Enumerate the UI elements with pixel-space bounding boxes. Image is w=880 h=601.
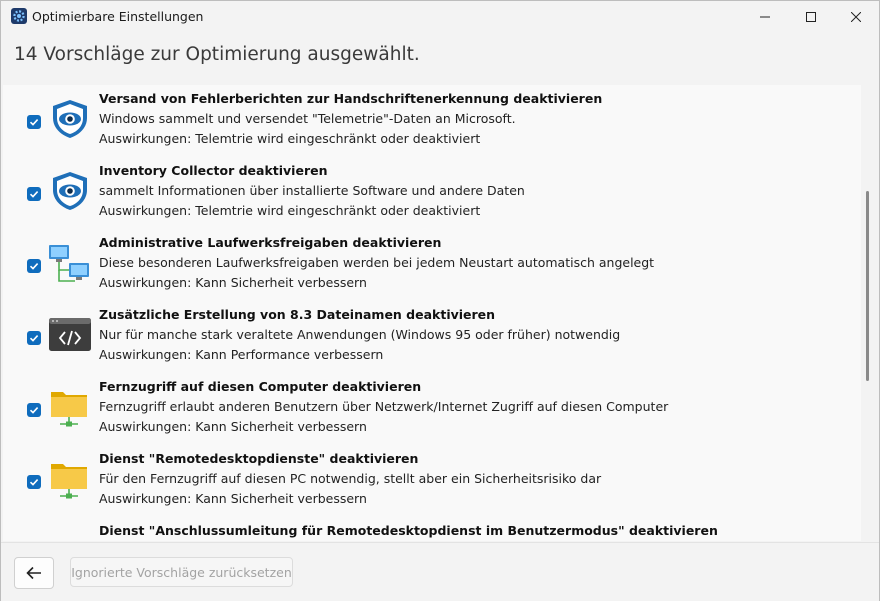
window-title: Optimierbare Einstellungen: [32, 9, 204, 24]
item-impact: Auswirkungen: Kann Sicherheit verbessern: [99, 491, 367, 506]
item-description: Für den Fernzugriff auf diesen PC notwen…: [99, 471, 602, 486]
item-checkbox[interactable]: [27, 403, 41, 417]
close-icon: [851, 11, 861, 22]
item-checkbox[interactable]: [27, 475, 41, 489]
list-item[interactable]: Inventory Collector deaktivieren sammelt…: [3, 157, 849, 230]
selection-summary: 14 Vorschläge zur Optimierung ausgewählt…: [14, 44, 420, 65]
check-icon: [29, 335, 39, 342]
minimize-icon: [760, 16, 770, 17]
check-icon: [29, 119, 39, 126]
list-item[interactable]: Fernzugriff auf diesen Computer deaktivi…: [3, 373, 849, 446]
list-item[interactable]: Dienst "Anschlussumleitung für Remotedes…: [3, 517, 849, 541]
item-description: Nur für manche stark veraltete Anwendung…: [99, 327, 621, 342]
network-computers-icon: [49, 245, 89, 282]
item-title: Dienst "Anschlussumleitung für Remotedes…: [99, 523, 718, 538]
network-folder-icon: [48, 535, 92, 541]
item-title: Fernzugriff auf diesen Computer deaktivi…: [99, 379, 422, 394]
item-description: sammelt Informationen über installierte …: [99, 183, 525, 198]
item-title: Zusätzliche Erstellung von 8.3 Dateiname…: [99, 307, 496, 322]
close-button[interactable]: [833, 1, 879, 32]
list-item[interactable]: Zusätzliche Erstellung von 8.3 Dateiname…: [3, 301, 849, 374]
scrollbar-thumb[interactable]: [866, 191, 869, 381]
check-icon: [29, 191, 39, 198]
back-button[interactable]: [14, 557, 54, 589]
gear-icon: [11, 8, 27, 24]
list-item[interactable]: Dienst "Remotedesktopdienste" deaktivier…: [3, 445, 849, 518]
code-window-icon: [49, 318, 91, 351]
reset-ignored-suggestions-button[interactable]: Ignorierte Vorschläge zurücksetzen: [70, 557, 293, 587]
item-impact: Auswirkungen: Kann Sicherheit verbessern: [99, 275, 367, 290]
network-folder-icon: [51, 392, 87, 427]
check-icon: [29, 407, 39, 414]
check-icon: [29, 263, 39, 270]
list-item[interactable]: Versand von Fehlerberichten zur Handschr…: [3, 85, 849, 158]
app-window: Optimierbare Einstellungen 14 Vorschläge…: [0, 0, 880, 601]
item-title: Inventory Collector deaktivieren: [99, 163, 328, 178]
footer-bar: Ignorierte Vorschläge zurücksetzen: [1, 542, 879, 601]
item-title: Administrative Laufwerksfreigaben deakti…: [99, 235, 442, 250]
suggestion-list[interactable]: Versand von Fehlerberichten zur Handschr…: [3, 85, 861, 541]
item-checkbox[interactable]: [27, 331, 41, 345]
item-checkbox[interactable]: [27, 187, 41, 201]
item-description: Fernzugriff erlaubt anderen Benutzern üb…: [99, 399, 669, 414]
maximize-icon: [806, 11, 816, 22]
list-item[interactable]: Administrative Laufwerksfreigaben deakti…: [3, 229, 849, 302]
maximize-button[interactable]: [788, 1, 834, 32]
item-impact: Auswirkungen: Telemtrie wird eingeschrän…: [99, 131, 481, 146]
check-icon: [29, 479, 39, 486]
item-impact: Auswirkungen: Kann Sicherheit verbessern: [99, 419, 367, 434]
network-folder-icon: [51, 464, 87, 499]
item-checkbox[interactable]: [27, 259, 41, 273]
item-checkbox[interactable]: [27, 115, 41, 129]
item-impact: Auswirkungen: Telemtrie wird eingeschrän…: [99, 203, 481, 218]
item-title: Versand von Fehlerberichten zur Handschr…: [99, 91, 603, 106]
title-bar: Optimierbare Einstellungen: [1, 1, 879, 32]
shield-eye-icon: [53, 172, 87, 210]
shield-eye-icon: [53, 100, 87, 138]
item-impact: Auswirkungen: Kann Performance verbesser…: [99, 347, 384, 362]
item-description: Diese besonderen Laufwerksfreigaben werd…: [99, 255, 655, 270]
item-title: Dienst "Remotedesktopdienste" deaktivier…: [99, 451, 419, 466]
arrow-left-icon: [26, 566, 41, 580]
minimize-button[interactable]: [742, 1, 788, 32]
item-description: Windows sammelt und versendet "Telemetri…: [99, 111, 516, 126]
